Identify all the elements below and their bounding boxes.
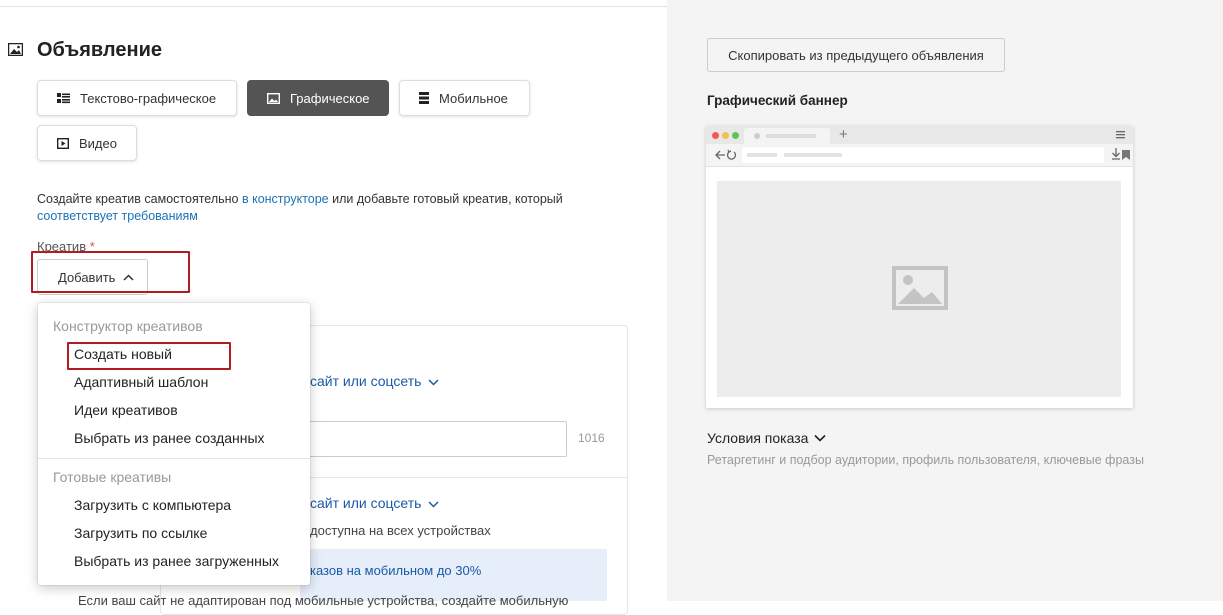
menu-item-create-new[interactable]: Создать новый <box>74 346 172 362</box>
conditions-description: Ретаргетинг и подбор аудитории, профиль … <box>707 453 1144 467</box>
minimize-dot <box>722 132 729 139</box>
menu-item-choose-uploaded[interactable]: Выбрать из ранее загруженных <box>74 553 279 569</box>
chevron-down-icon <box>428 501 439 508</box>
text-image-icon <box>57 92 70 103</box>
banner-title: Графический баннер <box>707 93 848 108</box>
site-link-text: сайт или соцсеть <box>310 373 422 389</box>
chevron-down-icon <box>814 434 827 442</box>
char-counter: 1016 <box>578 431 605 445</box>
video-icon <box>57 137 69 149</box>
image-icon <box>267 92 280 104</box>
add-creative-button[interactable]: Добавить <box>37 259 148 295</box>
browser-tab <box>744 128 830 144</box>
ad-type-label: Мобильное <box>439 90 508 106</box>
ad-type-label: Графическое <box>290 90 370 106</box>
site-link[interactable]: сайт или соцсеть <box>310 373 439 389</box>
menu-item-upload-link[interactable]: Загрузить по ссылке <box>74 525 207 541</box>
browser-tab-bar: + <box>706 126 1133 144</box>
ad-type-label: Текстово-графическое <box>80 90 217 106</box>
dropdown-separator <box>38 458 310 459</box>
dropdown-group-ready: Готовые креативы <box>53 469 172 485</box>
site-link-text: сайт или соцсеть <box>310 495 422 511</box>
add-button-label: Добавить <box>58 269 116 285</box>
close-dot <box>712 132 719 139</box>
menu-item-creative-ideas[interactable]: Идеи креативов <box>74 402 178 418</box>
browser-address-row <box>706 144 1133 167</box>
creative-hint: Создайте креатив самостоятельно в констр… <box>37 191 627 225</box>
chevron-up-icon <box>123 273 134 281</box>
top-divider <box>0 6 667 7</box>
divider <box>300 477 628 478</box>
ad-type-text-image-button[interactable]: Текстово-графическое <box>37 80 237 116</box>
section-title: Объявление <box>37 39 162 61</box>
download-icon <box>1112 148 1120 160</box>
image-icon <box>8 43 23 56</box>
mobile-icon <box>419 92 429 104</box>
requirements-link[interactable]: соответствует требованиям <box>37 209 198 223</box>
hint-text: или добавьте готовый креатив, который <box>328 192 563 206</box>
ad-type-label: Видео <box>79 135 117 151</box>
add-creative-dropdown: Конструктор креативов Создать новый Адап… <box>38 303 310 585</box>
display-conditions-toggle[interactable]: Условия показа <box>707 430 827 446</box>
site-link-2[interactable]: сайт или соцсеть <box>310 495 439 511</box>
creative-label-text: Креатив <box>37 239 87 254</box>
menu-item-upload-computer[interactable]: Загрузить с компьютера <box>74 497 231 513</box>
banner-preview: + <box>706 126 1133 408</box>
dropdown-group-constructor: Конструктор креативов <box>53 318 203 334</box>
constructor-link[interactable]: в конструкторе <box>242 192 329 206</box>
back-icon <box>715 149 737 160</box>
address-field <box>742 147 1130 163</box>
menu-item-choose-created[interactable]: Выбрать из ранее созданных <box>74 430 265 446</box>
menu-icon <box>1116 131 1125 139</box>
creative-label: Креатив * <box>37 239 95 254</box>
image-placeholder-icon <box>892 266 948 310</box>
banner-placeholder <box>717 181 1121 397</box>
copy-previous-button[interactable]: Скопировать из предыдущего объявления <box>707 38 1005 72</box>
availability-text: доступна на всех устройствах <box>310 523 491 538</box>
ad-type-mobile-button[interactable]: Мобильное <box>399 80 530 116</box>
bookmark-icon <box>1122 150 1130 160</box>
chevron-down-icon <box>428 379 439 386</box>
notice-text: казов на мобильном до 30% <box>310 563 482 578</box>
hint-text: Создайте креатив самостоятельно <box>37 192 242 206</box>
required-mark: * <box>89 239 95 254</box>
ad-type-video-button[interactable]: Видео <box>37 125 137 161</box>
ad-type-image-button[interactable]: Графическое <box>247 80 389 116</box>
menu-item-adaptive-template[interactable]: Адаптивный шаблон <box>74 374 208 390</box>
plus-icon: + <box>839 126 848 143</box>
conditions-label: Условия показа <box>707 430 809 446</box>
text-input[interactable] <box>300 421 567 457</box>
maximize-dot <box>732 132 739 139</box>
